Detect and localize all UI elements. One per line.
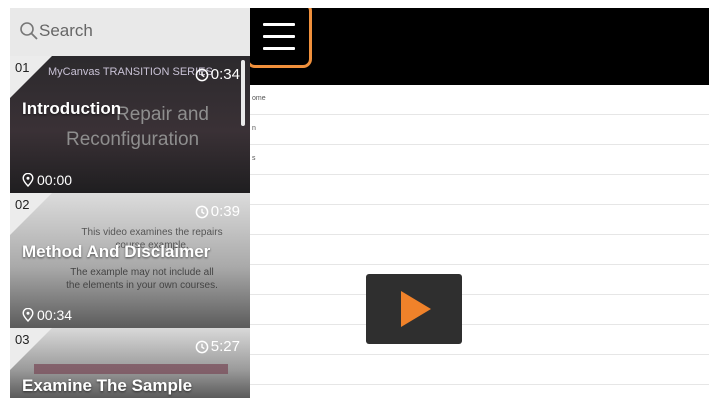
thumbnail-text: Reconfiguration [66,129,200,150]
lesson-title: Introduction [22,99,122,118]
play-icon [401,291,431,327]
content-row-text: s [252,155,256,162]
clock-icon [195,340,209,353]
content-row: s [250,145,709,175]
content-row-text: ome [252,95,266,102]
content-row [250,355,709,385]
content-row [250,295,709,325]
lesson-duration-text: 5:27 [210,338,240,355]
lesson-number: 01 [15,60,30,75]
search-bar [10,8,250,56]
thumbnail-text: The example may not include all [70,267,214,278]
lesson-number: 02 [15,197,30,212]
menu-toggle-button[interactable] [246,8,312,68]
lesson-start-time-text: 00:34 [37,307,73,323]
thumbnail-text: the elements in your own courses. [66,280,218,291]
content-row [250,175,709,205]
lesson-title: Examine The Sample [22,376,193,395]
video-top-bar [250,8,709,85]
play-button[interactable] [366,274,462,344]
lesson-start-time-text: 00:00 [37,172,73,188]
search-input[interactable] [39,19,229,43]
sidebar-scrollbar[interactable] [241,60,245,126]
content-row [250,235,709,265]
lesson-title: Method And Disclaimer [22,242,211,261]
content-row: n [250,115,709,145]
video-content: ome n s [250,85,709,398]
lesson-number: 03 [15,332,30,347]
location-pin-icon [22,173,34,187]
lesson-duration: 5:27 [195,338,240,355]
content-row [250,325,709,355]
lesson-sidebar: MyCanvas TRANSITION SERIES Repair and Re… [10,8,250,398]
content-row-text: n [252,125,256,132]
thumbnail-text: Repair and [116,104,209,125]
content-row: ome [250,85,709,115]
lesson-duration: 0:34 [195,66,240,83]
app-frame: ome n s MyCanvas TRANSITION SER [10,8,709,398]
thumbnail-banner [34,364,228,374]
content-row [250,265,709,295]
lesson-start-time: 00:34 [22,307,72,323]
clock-icon [195,68,209,81]
lesson-duration-text: 0:34 [210,66,240,83]
search-icon [20,22,38,40]
lesson-start-time: 00:00 [22,172,72,188]
lesson-duration: 0:39 [195,203,240,220]
thumbnail-text: This video examines the repairs [81,227,223,238]
lesson-duration-text: 0:39 [210,203,240,220]
content-row [250,205,709,235]
location-pin-icon [22,308,34,322]
lesson-card[interactable]: MyCanvas TRANSITION SERIES Repair and Re… [10,56,250,193]
lesson-card[interactable]: 03 5:27 Examine The Sample [10,328,250,398]
lesson-card[interactable]: This video examines the repairs course e… [10,193,250,328]
clock-icon [195,205,209,218]
thumbnail-text: MyCanvas TRANSITION SERIES [48,66,213,78]
